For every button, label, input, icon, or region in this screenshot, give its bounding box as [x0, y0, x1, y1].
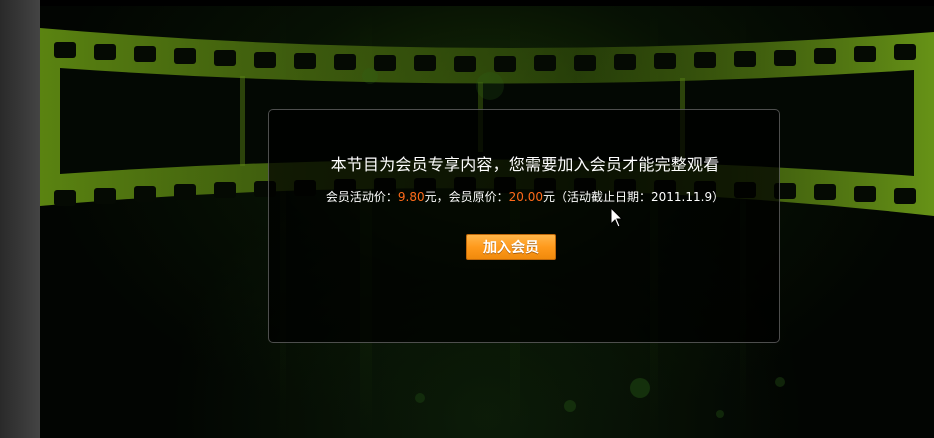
- dialog-headline: 本节目为会员专享内容，您需要加入会员才能完整观看: [330, 155, 720, 174]
- left-scroll-edge: [0, 0, 40, 438]
- join-membership-button[interactable]: 加入会员: [466, 234, 556, 260]
- mouse-cursor-icon: [610, 207, 624, 228]
- original-price-value: 20.00: [508, 190, 544, 204]
- price-info: 会员活动价：9.80元，会员原价：20.00元（活动截止日期：2011.11.9…: [269, 188, 781, 205]
- page: 本节目为会员专享内容，您需要加入会员才能完整观看 会员活动价：9.80元，会员原…: [0, 0, 934, 438]
- activity-price-value: 9.80: [397, 190, 425, 204]
- deadline-text: 元（活动截止日期：2011.11.9）: [543, 190, 725, 204]
- membership-dialog: 本节目为会员专享内容，您需要加入会员才能完整观看 会员活动价：9.80元，会员原…: [268, 109, 780, 343]
- activity-price-label: 会员活动价：: [325, 190, 398, 204]
- original-price-label: 元，会员原价：: [424, 190, 509, 204]
